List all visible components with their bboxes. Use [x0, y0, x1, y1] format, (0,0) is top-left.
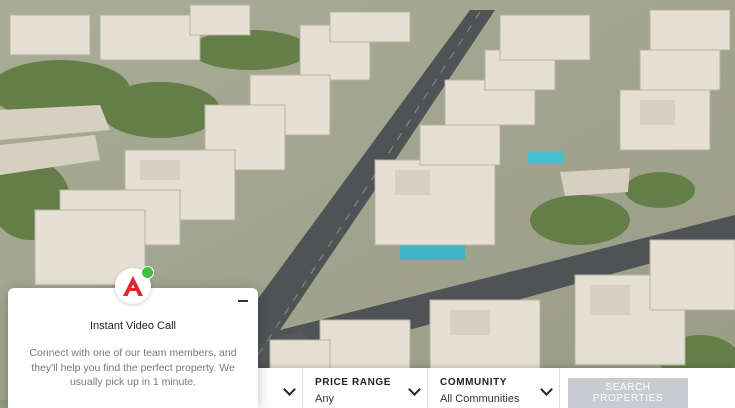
online-status-dot — [141, 266, 154, 279]
chevron-down-icon — [283, 383, 296, 396]
chat-title: Instant Video Call — [89, 320, 177, 332]
price-range-value: Any — [315, 393, 334, 405]
video-call-widget: Instant Video Call Connect with one of o… — [8, 288, 258, 408]
property-search-bar: PRICE RANGE Any COMMUNITY All Communitie… — [258, 368, 735, 408]
price-range-label: PRICE RANGE — [315, 377, 392, 388]
price-range-select[interactable]: PRICE RANGE Any — [303, 368, 428, 408]
community-select[interactable]: COMMUNITY All Communities — [428, 368, 560, 408]
community-value: All Communities — [440, 393, 520, 405]
community-label: COMMUNITY — [440, 377, 508, 388]
search-field-partial[interactable] — [258, 368, 303, 408]
chat-description: Connect with one of our team members, an… — [29, 347, 237, 388]
minus-icon[interactable] — [236, 294, 250, 308]
search-properties-button[interactable]: SEARCH PROPERTIES — [568, 378, 688, 408]
